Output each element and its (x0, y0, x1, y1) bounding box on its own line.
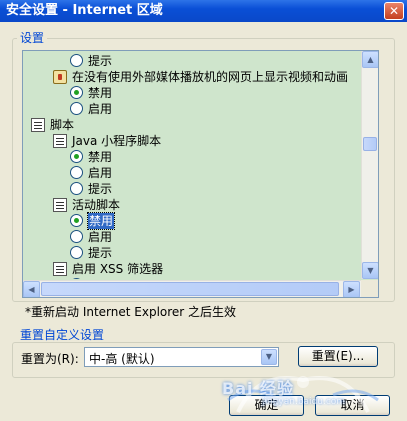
tree-row-label: 活动脚本 (72, 198, 121, 212)
tree-row-label: 启用 (88, 230, 113, 244)
radio-button-icon[interactable] (70, 246, 83, 259)
security-lock-icon (53, 70, 67, 84)
radio-option[interactable]: 禁用 (70, 212, 116, 230)
radio-option[interactable]: 禁用 (70, 85, 112, 101)
tree-row-label: Java 小程序脚本 (72, 134, 162, 148)
tree-row-label: 启用 XSS 筛选器 (72, 262, 164, 276)
scroll-right-button[interactable]: ▶ (343, 281, 360, 297)
watermark-url: jingyan.baidu.com (262, 397, 346, 407)
radio-option[interactable]: 提示 (70, 181, 112, 197)
tree-row-label: 禁用 (88, 277, 112, 279)
tree-row-label: 禁用 (88, 150, 113, 164)
radio-option[interactable]: 禁用 (70, 277, 112, 279)
radio-button-icon[interactable] (70, 278, 83, 279)
radio-option[interactable]: 提示 (70, 245, 112, 261)
radio-button-icon[interactable] (70, 166, 83, 179)
tree-row-label: 启用 (88, 102, 113, 116)
tree-item[interactable]: Java 小程序脚本 (53, 133, 161, 149)
scroll-corner (361, 280, 378, 297)
horizontal-scroll-thumb[interactable] (41, 282, 339, 296)
script-icon (53, 262, 67, 276)
restart-note: *重新启动 Internet Explorer 之后生效 (25, 305, 237, 319)
tree-row-label: 提示 (88, 246, 113, 260)
script-icon (31, 118, 45, 132)
tree-row-label: 在没有使用外部媒体播放机的网页上显示视频和动画 (72, 70, 349, 84)
watermark-text: Bai 经验 (222, 379, 295, 398)
script-icon (53, 198, 67, 212)
reset-group-title: 重置自定义设置 (17, 328, 108, 342)
tree-row-label: 禁用 (88, 86, 113, 100)
reset-level-dropdown[interactable]: 中-高 (默认) ▼ (84, 347, 279, 367)
horizontal-scrollbar[interactable]: ◀ ▶ (23, 280, 361, 297)
tree-row-label: 提示 (88, 182, 113, 196)
settings-tree: 提示 在没有使用外部媒体播放机的网页上显示视频和动画 禁用 启用 脚本 Java 小程序脚… (23, 51, 361, 279)
tree-row-label: 启用 (88, 166, 113, 180)
radio-option[interactable]: 启用 (70, 101, 112, 117)
radio-button-icon[interactable] (70, 150, 83, 163)
settings-list[interactable]: 提示 在没有使用外部媒体播放机的网页上显示视频和动画 禁用 启用 脚本 Java 小程序脚… (22, 50, 379, 298)
tree-row-label: 提示 (88, 54, 113, 68)
radio-button-icon[interactable] (70, 182, 83, 195)
scroll-left-button[interactable]: ◀ (23, 281, 40, 297)
radio-option[interactable]: 启用 (70, 229, 112, 245)
radio-option[interactable]: 禁用 (70, 149, 112, 165)
radio-button-icon[interactable] (70, 54, 83, 67)
window-title: 安全设置 - Internet 区域 (6, 3, 163, 18)
vertical-scrollbar[interactable]: ▲ ▼ (361, 51, 378, 279)
radio-button-icon[interactable] (70, 102, 83, 115)
close-button[interactable]: ✕ (384, 2, 404, 20)
radio-button-icon[interactable] (70, 86, 83, 99)
scroll-down-button[interactable]: ▼ (362, 262, 378, 279)
vertical-scroll-thumb[interactable] (363, 137, 377, 151)
reset-to-label: 重置为(R): (21, 352, 79, 366)
radio-option[interactable]: 提示 (70, 53, 112, 69)
radio-button-icon[interactable] (70, 230, 83, 243)
tree-item[interactable]: 在没有使用外部媒体播放机的网页上显示视频和动画 (53, 69, 348, 85)
tree-item[interactable]: 启用 XSS 筛选器 (53, 261, 163, 277)
scroll-up-button[interactable]: ▲ (362, 51, 378, 68)
title-bar: 安全设置 - Internet 区域 ✕ (0, 0, 407, 22)
tree-row-label: 脚本 (50, 118, 75, 132)
reset-level-value: 中-高 (默认) (89, 352, 155, 366)
script-icon (53, 134, 67, 148)
tree-row-label: 禁用 (86, 212, 116, 230)
chevron-down-icon[interactable]: ▼ (261, 349, 277, 365)
tree-item[interactable]: 活动脚本 (53, 197, 120, 213)
settings-group-title: 设置 (17, 31, 48, 45)
radio-option[interactable]: 启用 (70, 165, 112, 181)
tree-item[interactable]: 脚本 (31, 117, 74, 133)
radio-button-icon[interactable] (70, 214, 83, 227)
reset-button[interactable]: 重置(E)... (298, 346, 378, 367)
